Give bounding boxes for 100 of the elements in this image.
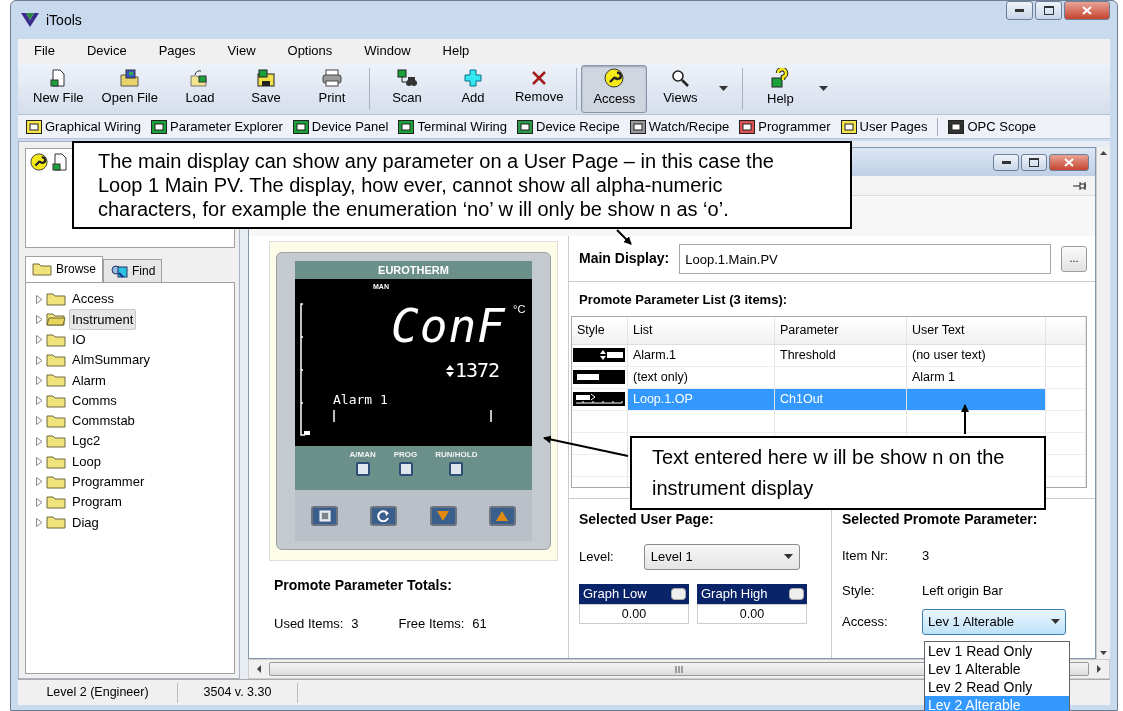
browser-tab[interactable]: Find xyxy=(103,259,163,282)
toolbar-icon xyxy=(771,68,790,89)
toolbar-button[interactable]: Help xyxy=(747,64,814,113)
key-label: A/MAN xyxy=(349,450,376,459)
column-header[interactable]: Style xyxy=(572,316,628,344)
table-cell[interactable]: (no user text) xyxy=(907,344,1046,366)
quick-link[interactable]: User Pages xyxy=(840,116,928,137)
callout-note: The main display can show any parameter on a User Page – in this case the Loop 1 Main PV. The display, how ever, cannot show all alpha-numeric characters, for example the enumeration ‘no’ w ill only be show n as ‘o’. xyxy=(72,141,852,229)
instrument-key[interactable] xyxy=(449,462,464,476)
tree-item[interactable]: Alarm xyxy=(69,369,109,392)
caret-icon[interactable] xyxy=(819,86,829,91)
menu-item[interactable]: Device xyxy=(70,41,143,61)
main-display-field[interactable]: Loop.1.Main.PV xyxy=(679,243,1051,274)
tree-item[interactable]: Program xyxy=(69,491,125,513)
tree-item[interactable]: Lgc2 xyxy=(69,430,104,452)
toggle-icon[interactable] xyxy=(671,587,686,600)
instrument-key[interactable] xyxy=(429,505,457,526)
restore-button[interactable] xyxy=(1021,153,1047,171)
minimize-button[interactable] xyxy=(1006,1,1033,20)
caret-icon[interactable] xyxy=(719,86,729,91)
quick-link[interactable]: Programmer xyxy=(739,116,831,137)
scroll-right-icon[interactable] xyxy=(1095,664,1103,674)
toolbar-button[interactable]: Load xyxy=(166,64,233,113)
folder-icon xyxy=(32,261,52,276)
tree-item[interactable]: IO xyxy=(69,329,89,351)
menu-item[interactable]: Pages xyxy=(142,41,212,61)
menu-item[interactable]: Window xyxy=(348,41,427,61)
menu-item[interactable]: Help xyxy=(426,41,486,61)
tree-item[interactable]: Access xyxy=(69,288,117,310)
tree-item[interactable]: AlmSummary xyxy=(69,349,153,371)
maximize-icon xyxy=(1043,6,1054,15)
quick-link[interactable]: Parameter Explorer xyxy=(151,116,283,137)
expand-icon[interactable] xyxy=(36,457,43,466)
field-label: Graph Low xyxy=(583,584,647,603)
instrument-key[interactable] xyxy=(370,505,398,526)
status-text: Level 2 (Engineer) xyxy=(18,682,178,703)
callout-note: Text entered here w ill be show n on the instrument display xyxy=(630,436,1046,510)
toolbar-button[interactable]: Save xyxy=(232,64,299,113)
toolbar-icon xyxy=(604,68,625,89)
table-cell[interactable]: Threshold xyxy=(775,344,907,366)
quick-link[interactable]: Device Panel xyxy=(292,116,389,137)
table-cell[interactable]: Alarm 1 xyxy=(907,366,1046,388)
toolbar-button[interactable]: Add xyxy=(439,64,506,113)
quick-link[interactable]: Terminal Wiring xyxy=(398,116,507,137)
browser-tab[interactable]: Browse xyxy=(25,256,103,282)
tree-item[interactable]: Loop xyxy=(69,450,104,473)
level-dropdown[interactable]: Level 1 xyxy=(643,543,800,570)
vertical-scrollbar[interactable] xyxy=(1096,147,1110,659)
minimize-button[interactable] xyxy=(993,153,1019,171)
key-label: PROG xyxy=(393,450,418,459)
dropdown-option[interactable]: Lev 1 Alterable xyxy=(925,660,1069,678)
tree-item[interactable]: Comms xyxy=(69,389,120,412)
access-dropdown[interactable]: Lev 1 Alterable xyxy=(922,608,1066,635)
table-cell[interactable]: Alarm.1 xyxy=(628,344,775,366)
browse-button[interactable]: ... xyxy=(1061,245,1087,272)
toolbar-button[interactable]: Print xyxy=(298,64,365,113)
dropdown-option[interactable]: Lev 1 Read Only xyxy=(925,642,1069,660)
table-cell[interactable]: (text only) xyxy=(628,366,775,388)
tree-item[interactable]: Instrument xyxy=(69,308,137,331)
close-icon xyxy=(1064,157,1074,167)
tree-item[interactable]: Diag xyxy=(69,511,102,534)
menu-item[interactable]: View xyxy=(211,41,272,61)
table-cell[interactable] xyxy=(907,388,1046,410)
tree-item[interactable]: Programmer xyxy=(69,471,148,493)
minimize-icon xyxy=(1015,9,1024,12)
document-icon xyxy=(51,153,69,171)
toolbar-button[interactable]: Views xyxy=(647,64,714,113)
quick-link[interactable]: OPC Scope xyxy=(948,116,1037,137)
app-logo-icon xyxy=(20,11,40,29)
instrument-key[interactable] xyxy=(488,505,516,526)
toggle-icon[interactable] xyxy=(789,587,804,600)
toolbar-button[interactable]: Open File xyxy=(92,64,167,113)
dropdown-option[interactable]: Lev 2 Read Only xyxy=(925,678,1069,696)
toolbar-button[interactable]: Scan xyxy=(373,64,440,113)
column-header[interactable]: User Text xyxy=(907,316,1046,344)
instrument-key[interactable] xyxy=(355,462,370,476)
instrument-key[interactable] xyxy=(311,505,339,526)
toolbar-button[interactable]: Remove xyxy=(505,64,573,113)
quick-link[interactable]: Graphical Wiring xyxy=(26,116,142,137)
scroll-left-icon[interactable] xyxy=(255,664,263,674)
toolbar-button[interactable]: New File xyxy=(24,64,93,113)
quick-link[interactable]: Watch/Recipe xyxy=(629,116,730,137)
column-header[interactable]: List xyxy=(628,316,775,344)
toolbar-button[interactable]: Access xyxy=(581,64,648,113)
menu-item[interactable]: File xyxy=(18,41,71,61)
quick-link[interactable]: Device Recipe xyxy=(517,116,620,137)
menu-item[interactable]: Options xyxy=(271,41,349,61)
close-button[interactable] xyxy=(1064,1,1110,20)
maximize-button[interactable] xyxy=(1035,1,1062,20)
tree-item[interactable]: Commstab xyxy=(69,410,138,432)
instrument-key[interactable] xyxy=(398,462,413,476)
style-icon xyxy=(573,348,625,362)
message-text: Alarm 1 xyxy=(333,393,388,407)
column-header[interactable]: Parameter xyxy=(775,316,907,344)
close-button[interactable] xyxy=(1049,153,1089,171)
value-field[interactable]: 0.00 xyxy=(579,603,689,624)
scroll-icon xyxy=(376,509,391,522)
caret-icon xyxy=(783,554,793,559)
pin-icon[interactable] xyxy=(1073,180,1087,191)
value-field[interactable]: 0.00 xyxy=(697,603,807,624)
